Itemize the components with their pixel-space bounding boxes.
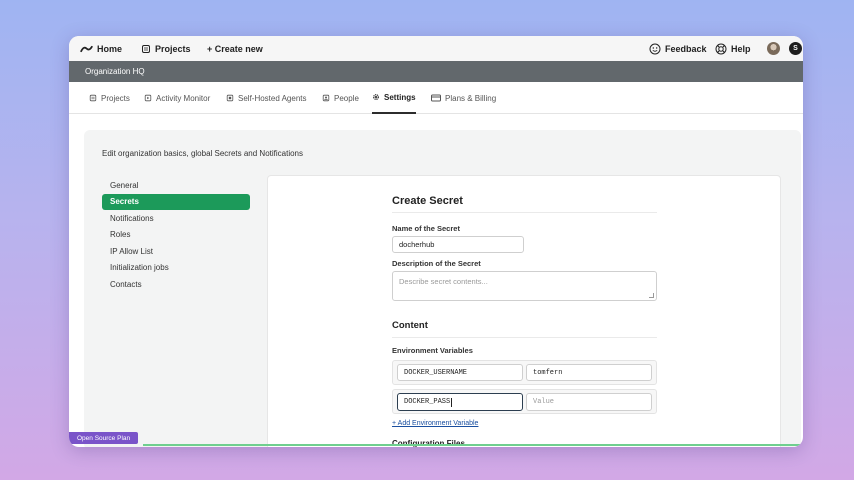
env-value: tomfern [533, 368, 563, 377]
tab-label: Settings [384, 92, 416, 102]
top-navigation-bar: Home Projects + Create new Feedback Help… [69, 36, 803, 61]
projects-icon [89, 94, 97, 102]
sidebar-item-initialization-jobs[interactable]: Initialization jobs [102, 260, 250, 277]
env-name-value: DOCKER_USERNAME [404, 368, 468, 377]
user-initial-avatar[interactable]: S [789, 42, 802, 55]
tab-label: Self-Hosted Agents [238, 93, 307, 103]
tab-label: Activity Monitor [156, 93, 211, 103]
organization-bar: Organization HQ [69, 61, 803, 82]
sidebar-item-general[interactable]: General [102, 177, 250, 194]
home-label: Home [97, 43, 123, 54]
activity-icon [144, 94, 152, 102]
tab-settings[interactable]: Settings [372, 82, 416, 114]
add-environment-variable-link[interactable]: + Add Environment Variable [392, 420, 478, 427]
env-value-input[interactable]: Value [526, 393, 652, 411]
feedback-label: Feedback [665, 43, 707, 54]
tab-plans-billing[interactable]: Plans & Billing [431, 82, 496, 114]
description-placeholder: Describe secret contents... [399, 277, 488, 286]
settings-sidebar: General Secrets Notifications Roles IP A… [102, 177, 250, 293]
text-caret [451, 397, 453, 407]
create-new-button[interactable]: + Create new [207, 36, 263, 61]
lifebuoy-icon [715, 43, 727, 54]
secret-description-label: Description of the Secret [392, 259, 481, 268]
projects-icon [142, 44, 150, 53]
env-variables-label: Environment Variables [392, 346, 473, 355]
tab-people[interactable]: People [322, 82, 359, 114]
tab-label: Projects [101, 93, 130, 103]
organization-tabs: Projects Activity Monitor Self-Hosted Ag… [69, 82, 803, 114]
env-variable-row: DOCKER_PASS Value [392, 389, 657, 414]
help-button[interactable]: Help [715, 36, 751, 61]
env-name-input[interactable]: DOCKER_PASS [397, 393, 523, 411]
plan-badge[interactable]: Open Source Plan [69, 432, 139, 444]
create-new-label: + Create new [207, 43, 263, 54]
secret-description-textarea[interactable]: Describe secret contents... [392, 271, 657, 301]
help-label: Help [731, 43, 751, 54]
settings-intro: Edit organization basics, global Secrets… [102, 149, 303, 158]
progress-strip [143, 444, 803, 446]
tab-label: People [334, 93, 359, 103]
app-window: Home Projects + Create new Feedback Help… [69, 36, 803, 447]
tab-self-hosted-agents[interactable]: Self-Hosted Agents [226, 82, 306, 114]
resize-handle[interactable] [649, 293, 654, 298]
secret-name-input[interactable]: docherhub [392, 236, 524, 253]
feedback-button[interactable]: Feedback [649, 36, 707, 61]
logo-icon [80, 45, 93, 52]
env-value-input[interactable]: tomfern [526, 364, 652, 381]
people-icon [322, 94, 330, 102]
create-secret-card: Create Secret Name of the Secret docherh… [267, 175, 781, 447]
projects-link[interactable]: Projects [141, 36, 191, 61]
content-heading: Content [392, 320, 428, 331]
sidebar-item-secrets[interactable]: Secrets [102, 193, 250, 210]
divider [392, 212, 657, 213]
tab-activity-monitor[interactable]: Activity Monitor [144, 82, 210, 114]
tab-projects[interactable]: Projects [89, 82, 130, 114]
env-value-placeholder: Value [533, 398, 555, 406]
secret-name-label: Name of the Secret [392, 224, 460, 233]
projects-label: Projects [155, 43, 191, 54]
home-link[interactable]: Home [80, 36, 122, 61]
agents-icon [226, 94, 234, 102]
env-name-input[interactable]: DOCKER_USERNAME [397, 364, 523, 381]
user-photo-avatar[interactable] [767, 42, 780, 55]
organization-name[interactable]: Organization HQ [85, 67, 145, 76]
secret-name-value: docherhub [399, 240, 435, 249]
settings-content: Edit organization basics, global Secrets… [84, 130, 801, 447]
tab-label: Plans & Billing [445, 93, 497, 103]
sidebar-item-roles[interactable]: Roles [102, 227, 250, 244]
env-variable-row: DOCKER_USERNAME tomfern [392, 360, 657, 385]
sidebar-item-ip-allow-list[interactable]: IP Allow List [102, 243, 250, 260]
smiley-icon [649, 43, 661, 54]
divider [392, 337, 657, 338]
sidebar-item-notifications[interactable]: Notifications [102, 210, 250, 227]
gear-icon [373, 94, 379, 100]
env-name-value: DOCKER_PASS [404, 398, 451, 406]
card-icon [431, 94, 441, 102]
form-title: Create Secret [392, 195, 463, 207]
sidebar-item-contacts[interactable]: Contacts [102, 276, 250, 293]
